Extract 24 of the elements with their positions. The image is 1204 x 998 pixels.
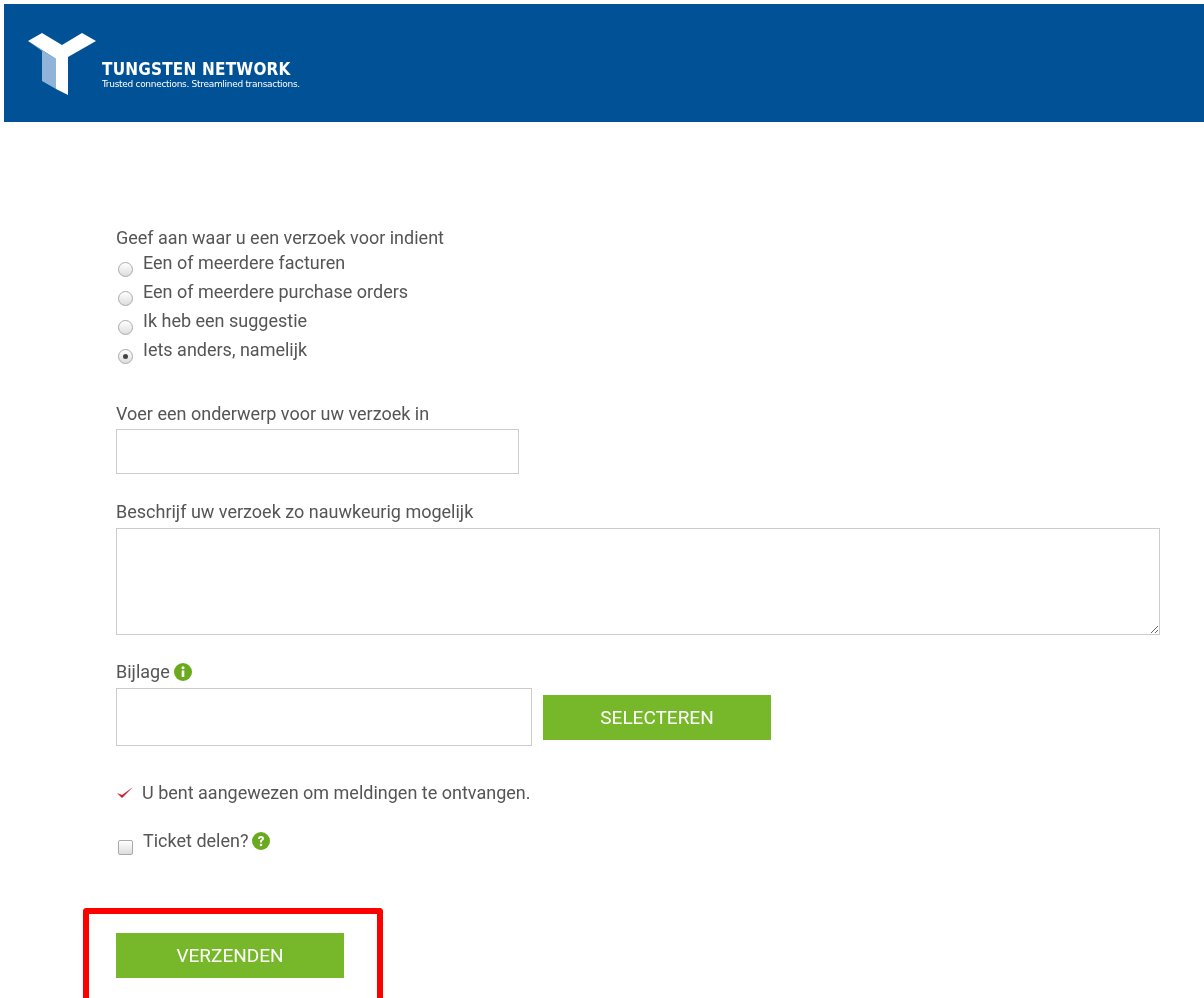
radio-button[interactable] [118,291,133,306]
brand-name: TUNGSTEN NETWORK [102,59,292,79]
subject-field[interactable] [116,429,519,474]
option-label: Ik heb een suggestie [143,309,308,333]
option-label: Een of meerdere facturen [143,251,346,275]
radio-button[interactable] [118,262,133,277]
file-field[interactable] [116,688,532,746]
submit-button[interactable]: VERZENDEN [116,933,344,978]
radio-button[interactable] [118,320,133,335]
tagline: Trusted connections. Streamlined transactions. [102,79,300,89]
option-label: Iets anders, namelijk [143,338,308,362]
field-label: Voer een onderwerp voor uw verzoek in [116,402,431,426]
field-label: Bijlage [116,661,170,682]
info-icon[interactable] [173,662,192,681]
notification-text: U bent aangewezen om meldingen te ontvangen. [142,781,531,803]
question-label: Geef aan waar u een verzoek voor indient [116,226,445,250]
field-label: Beschrijf uw verzoek zo nauwkeurig mogelijk [116,500,475,524]
description-field[interactable] [116,528,1160,635]
radio-button[interactable] [118,349,133,364]
checkbox[interactable] [118,840,133,855]
checkbox-label: Ticket delen? [143,830,249,851]
select-button[interactable]: SELECTEREN [543,694,771,740]
option-label: Een of meerdere purchase orders [143,280,409,304]
help-icon[interactable] [252,831,271,850]
